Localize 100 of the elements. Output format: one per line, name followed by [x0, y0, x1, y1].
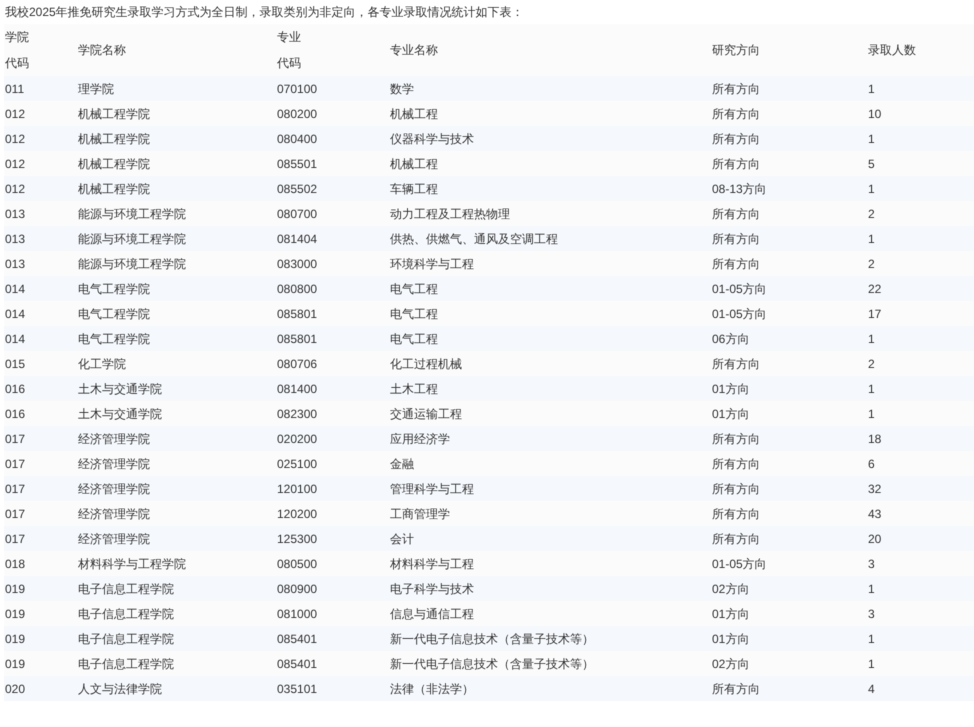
- table-cell: 085401: [277, 656, 318, 670]
- table-cell: 3: [868, 556, 875, 570]
- table-cell: 081400: [277, 382, 318, 396]
- table-cell: 012: [5, 182, 26, 196]
- table-cell: 013: [5, 232, 26, 246]
- table-cell: 金融: [390, 456, 414, 470]
- table-cell: 所有方向: [712, 232, 760, 246]
- table-cell: 1: [868, 582, 875, 596]
- table-cell: 信息与通信工程: [390, 606, 474, 620]
- table-cell: 012: [5, 156, 26, 170]
- table-cell: 019: [5, 582, 26, 596]
- table-cell: 法律（非法学）: [390, 682, 474, 696]
- table-cell: 电气工程学院: [78, 282, 150, 296]
- table-cell: 01方向: [712, 606, 750, 620]
- table-cell: 5: [868, 156, 875, 170]
- table-cell: 经济管理学院: [78, 506, 150, 520]
- table-cell: 经济管理学院: [78, 432, 150, 446]
- table-cell: 016: [5, 406, 26, 420]
- table-cell: 080200: [277, 106, 318, 120]
- table-cell: 014: [5, 306, 26, 320]
- table-cell: 所有方向: [712, 532, 760, 546]
- table-cell: 1: [868, 332, 875, 346]
- table-cell: 1: [868, 632, 875, 646]
- table-cell: 电子信息工程学院: [78, 582, 174, 596]
- intro-text: 我校2025年推免研究生录取学习方式为全日制，录取类别为非定向，各专业录取情况统计如下表：: [5, 4, 524, 21]
- table-cell: 所有方向: [712, 206, 760, 220]
- table-cell: 人文与法律学院: [78, 682, 162, 696]
- table-cell: 10: [868, 106, 882, 120]
- table-cell: 01方向: [712, 406, 750, 420]
- table-cell: 所有方向: [712, 682, 760, 696]
- table-cell: 1: [868, 656, 875, 670]
- table-cell: 085801: [277, 332, 318, 346]
- table-cell: 化工学院: [78, 356, 126, 370]
- table-cell: 机械工程学院: [78, 132, 150, 146]
- table-cell: 会计: [390, 532, 414, 546]
- table-cell: 01-05方向: [712, 282, 767, 296]
- table-cell: 018: [5, 556, 26, 570]
- table-cell: 013: [5, 206, 26, 220]
- table-cell: 土木与交通学院: [78, 406, 162, 420]
- table-cell: 06方向: [712, 332, 750, 346]
- table-cell: 1: [868, 132, 875, 146]
- table-cell: 014: [5, 282, 26, 296]
- table-cell: 机械工程学院: [78, 106, 150, 120]
- table-cell: 经济管理学院: [78, 482, 150, 496]
- table-cell: 01-05方向: [712, 306, 767, 320]
- table-cell: 081404: [277, 232, 318, 246]
- table-cell: 能源与环境工程学院: [78, 232, 186, 246]
- table-cell: 085502: [277, 182, 318, 196]
- table-cell: 电子科学与技术: [390, 582, 474, 596]
- table-cell: 012: [5, 106, 26, 120]
- table-cell: 125300: [277, 532, 318, 546]
- table-cell: 080700: [277, 206, 318, 220]
- table-cell: 019: [5, 656, 26, 670]
- table-cell: 017: [5, 482, 26, 496]
- table-cell: 6: [868, 456, 875, 470]
- table-cell: 机械工程: [390, 106, 438, 120]
- table-cell: 085801: [277, 306, 318, 320]
- table-cell: 20: [868, 532, 882, 546]
- table-cell: 012: [5, 132, 26, 146]
- table-cell: 4: [868, 682, 875, 696]
- table-cell: 1: [868, 232, 875, 246]
- column-header: 录取人数: [868, 42, 916, 59]
- table-cell: 应用经济学: [390, 432, 450, 446]
- table-cell: 新一代电子信息技术（含量子技术等）: [390, 656, 594, 670]
- table-cell: 电气工程: [390, 332, 438, 346]
- table-cell: 32: [868, 482, 882, 496]
- table-cell: 017: [5, 432, 26, 446]
- table-cell: 化工过程机械: [390, 356, 462, 370]
- table-cell: 所有方向: [712, 132, 760, 146]
- table-cell: 3: [868, 606, 875, 620]
- table-cell: 电气工程学院: [78, 332, 150, 346]
- table-cell: 081000: [277, 606, 318, 620]
- table-cell: 环境科学与工程: [390, 256, 474, 270]
- table-cell: 1: [868, 82, 875, 96]
- table-cell: 070100: [277, 82, 318, 96]
- table-cell: 2: [868, 206, 875, 220]
- table-cell: 085501: [277, 156, 318, 170]
- table-cell: 动力工程及工程热物理: [390, 206, 510, 220]
- table-cell: 土木工程: [390, 382, 438, 396]
- table-cell: 2: [868, 356, 875, 370]
- table-cell: 材料科学与工程: [390, 556, 474, 570]
- table-cell: 电子信息工程学院: [78, 656, 174, 670]
- table-cell: 电子信息工程学院: [78, 606, 174, 620]
- table-cell: 019: [5, 606, 26, 620]
- table-cell: 电气工程: [390, 306, 438, 320]
- table-cell: 1: [868, 182, 875, 196]
- table-cell: 仪器科学与技术: [390, 132, 474, 146]
- table-cell: 085401: [277, 632, 318, 646]
- table-cell: 017: [5, 532, 26, 546]
- table-cell: 所有方向: [712, 456, 760, 470]
- table-cell: 082300: [277, 406, 318, 420]
- table-cell: 020: [5, 682, 26, 696]
- table-cell: 025100: [277, 456, 318, 470]
- table-cell: 01方向: [712, 382, 750, 396]
- table-cell: 080900: [277, 582, 318, 596]
- table-cell: 017: [5, 456, 26, 470]
- table-cell: 083000: [277, 256, 318, 270]
- table-cell: 所有方向: [712, 432, 760, 446]
- table-cell: 工商管理学: [390, 506, 450, 520]
- table-cell: 080706: [277, 356, 318, 370]
